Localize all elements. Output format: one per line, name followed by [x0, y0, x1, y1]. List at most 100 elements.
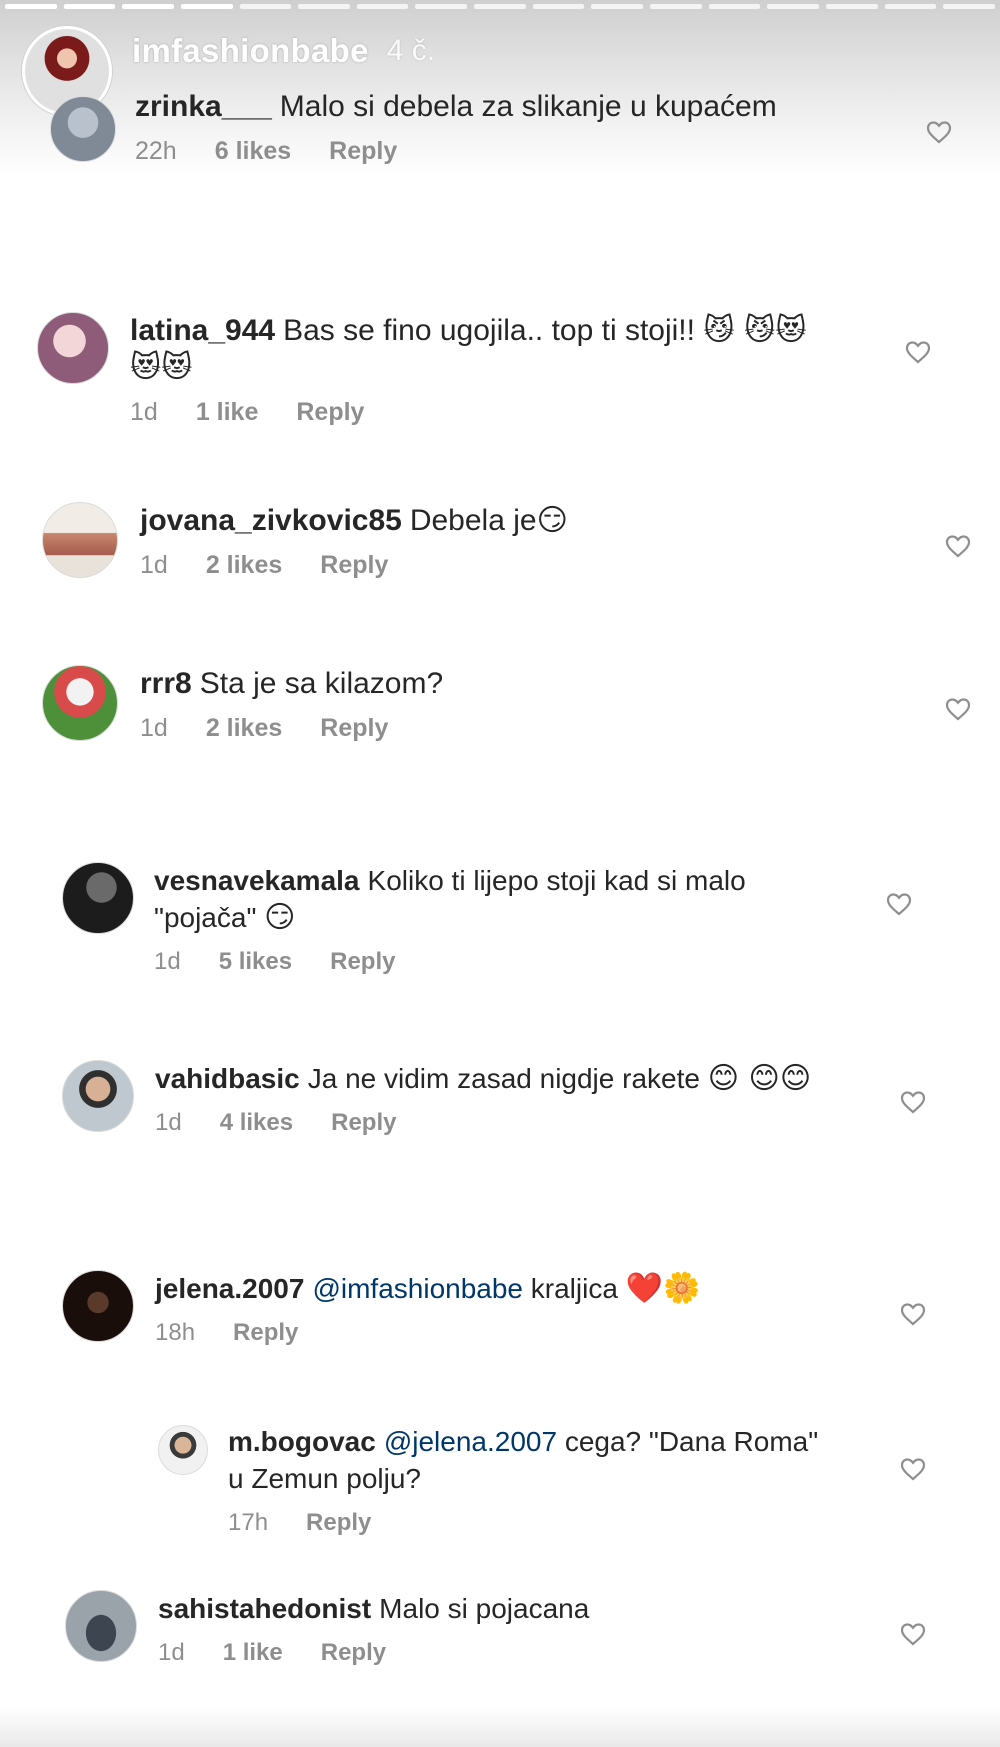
heart-icon[interactable] [900, 1622, 926, 1646]
avatar[interactable] [37, 312, 109, 384]
avatar[interactable] [62, 1060, 134, 1132]
heart-icon[interactable] [900, 1090, 926, 1114]
comment-message: Malo si debela za slikanje u kupaćem [279, 90, 777, 123]
heart-icon[interactable] [900, 1457, 926, 1481]
comment-likes[interactable]: 5 likes [219, 948, 292, 976]
progress-segment [63, 4, 116, 9]
progress-segment [884, 4, 937, 9]
heart-icon[interactable] [926, 120, 952, 144]
progress-segment [356, 4, 409, 9]
progress-segment [122, 4, 174, 9]
comment-likes[interactable]: 4 likes [220, 1109, 293, 1137]
comment-emoji: 😊 😊😊 [707, 1061, 812, 1096]
reply-button[interactable]: Reply [296, 398, 364, 427]
comment-username[interactable]: m.bogovac [228, 1426, 376, 1457]
comment-message: kraljica [530, 1273, 618, 1304]
avatar[interactable] [50, 96, 116, 162]
comment-text: sahistahedonist Malo si pojacana [158, 1590, 858, 1627]
comment-text: latina_944 Bas se fino ugojila.. top ti s… [130, 312, 810, 386]
reply-button[interactable]: Reply [233, 1319, 298, 1347]
reply-button[interactable]: Reply [329, 137, 397, 166]
comment-message: Malo si pojacana [379, 1593, 590, 1624]
reply-button[interactable]: Reply [306, 1509, 371, 1537]
heart-icon[interactable] [945, 697, 971, 721]
comment-emoji: ❤️🌼 [625, 1271, 701, 1306]
comment-username[interactable]: jovana_zivkovic85 [140, 504, 402, 537]
comment-time: 1d [130, 398, 158, 426]
heart-icon[interactable] [900, 1302, 926, 1326]
comment-time: 1d [140, 714, 168, 742]
heart-icon[interactable] [905, 340, 931, 364]
progress-segment [767, 4, 819, 9]
reply-button[interactable]: Reply [320, 714, 388, 743]
comment-likes[interactable]: 2 likes [206, 551, 282, 580]
reply-button[interactable]: Reply [330, 948, 395, 976]
comment-username[interactable]: rrr8 [140, 667, 192, 700]
progress-segment [180, 4, 233, 9]
progress-segment [298, 4, 350, 9]
comment-meta: 1d 1 like Reply [158, 1639, 858, 1667]
comment-message: Ja ne vidim zasad nigdje rakete [307, 1063, 700, 1094]
comment-text: m.bogovac @jelena.2007 cega? "Dana Roma" … [228, 1423, 828, 1497]
comment-text: jovana_zivkovic85 Debela je😏 [140, 502, 568, 539]
comment-meta: 1d 2 likes Reply [140, 714, 443, 743]
bottom-fade [0, 1707, 1000, 1747]
comment-username[interactable]: latina_944 [130, 314, 275, 347]
heart-icon[interactable] [945, 534, 971, 558]
comment-meta: 22h 6 likes Reply [135, 137, 777, 166]
comment-time: 1d [158, 1639, 185, 1666]
reply-button[interactable]: Reply [321, 1639, 386, 1667]
reply-button[interactable]: Reply [331, 1109, 396, 1137]
progress-segment [591, 4, 644, 9]
comment-meta: 1d 5 likes Reply [154, 948, 854, 976]
comment-time: 1d [155, 1109, 182, 1136]
comment-text: vahidbasic Ja ne vidim zasad nigdje raket… [155, 1060, 855, 1097]
comment-text: rrr8 Sta je sa kilazom? [140, 665, 443, 702]
avatar[interactable] [62, 862, 134, 934]
comment-message: Bas se fino ugojila.. top ti stoji!! [283, 314, 695, 347]
progress-segment [650, 4, 702, 9]
story-timestamp: 4 č. [386, 34, 436, 67]
comment-text: vesnavekamala Koliko ti lijepo stoji kad … [154, 862, 854, 936]
comment-emoji: 😏 [536, 503, 568, 538]
comment-username[interactable]: vahidbasic [155, 1063, 300, 1094]
comment-mention[interactable]: @imfashionbabe [312, 1273, 523, 1304]
comment-time: 17h [228, 1509, 269, 1536]
comment-likes[interactable]: 1 like [196, 398, 259, 427]
comment-meta: 1d 1 like Reply [130, 398, 810, 427]
comment-emoji: 😏 [264, 900, 296, 935]
progress-segment [239, 4, 292, 9]
comment-likes[interactable]: 2 likes [206, 714, 282, 743]
progress-segment [708, 4, 761, 9]
avatar[interactable] [42, 502, 118, 578]
avatar[interactable] [158, 1425, 208, 1475]
progress-segment [825, 4, 878, 9]
comment-meta: 17h Reply [228, 1509, 828, 1537]
comment-meta: 1d 4 likes Reply [155, 1109, 855, 1137]
comment-time: 22h [135, 137, 177, 165]
comment-message: Sta je sa kilazom? [199, 667, 444, 700]
avatar[interactable] [62, 1270, 134, 1342]
comment-text: zrinka___ Malo si debela za slikanje u ku… [135, 88, 777, 125]
comment-time: 1d [154, 948, 181, 975]
reply-button[interactable]: Reply [320, 551, 388, 580]
story-author-username[interactable]: imfashionbabe [132, 32, 369, 70]
progress-segment [474, 4, 526, 9]
comment-likes[interactable]: 1 like [223, 1639, 283, 1667]
comment-username[interactable]: jelena.2007 [155, 1273, 304, 1304]
comment-time: 18h [155, 1319, 196, 1346]
comment-username[interactable]: zrinka___ [135, 90, 272, 123]
comment-mention[interactable]: @jelena.2007 [384, 1426, 557, 1457]
avatar[interactable] [42, 665, 118, 741]
story-progress-bar [0, 4, 1000, 9]
avatar[interactable] [65, 1590, 137, 1662]
comment-message: Debela je [409, 504, 537, 537]
comment-meta: 18h Reply [155, 1319, 855, 1347]
comment-time: 1d [140, 551, 168, 579]
comment-username[interactable]: vesnavekamala [154, 865, 360, 896]
progress-segment [5, 4, 57, 9]
comment-likes[interactable]: 6 likes [215, 137, 291, 166]
comment-username[interactable]: sahistahedonist [158, 1593, 371, 1624]
comment-text: jelena.2007 @imfashionbabe kraljica ❤️🌼 [155, 1270, 855, 1307]
heart-icon[interactable] [886, 892, 912, 916]
